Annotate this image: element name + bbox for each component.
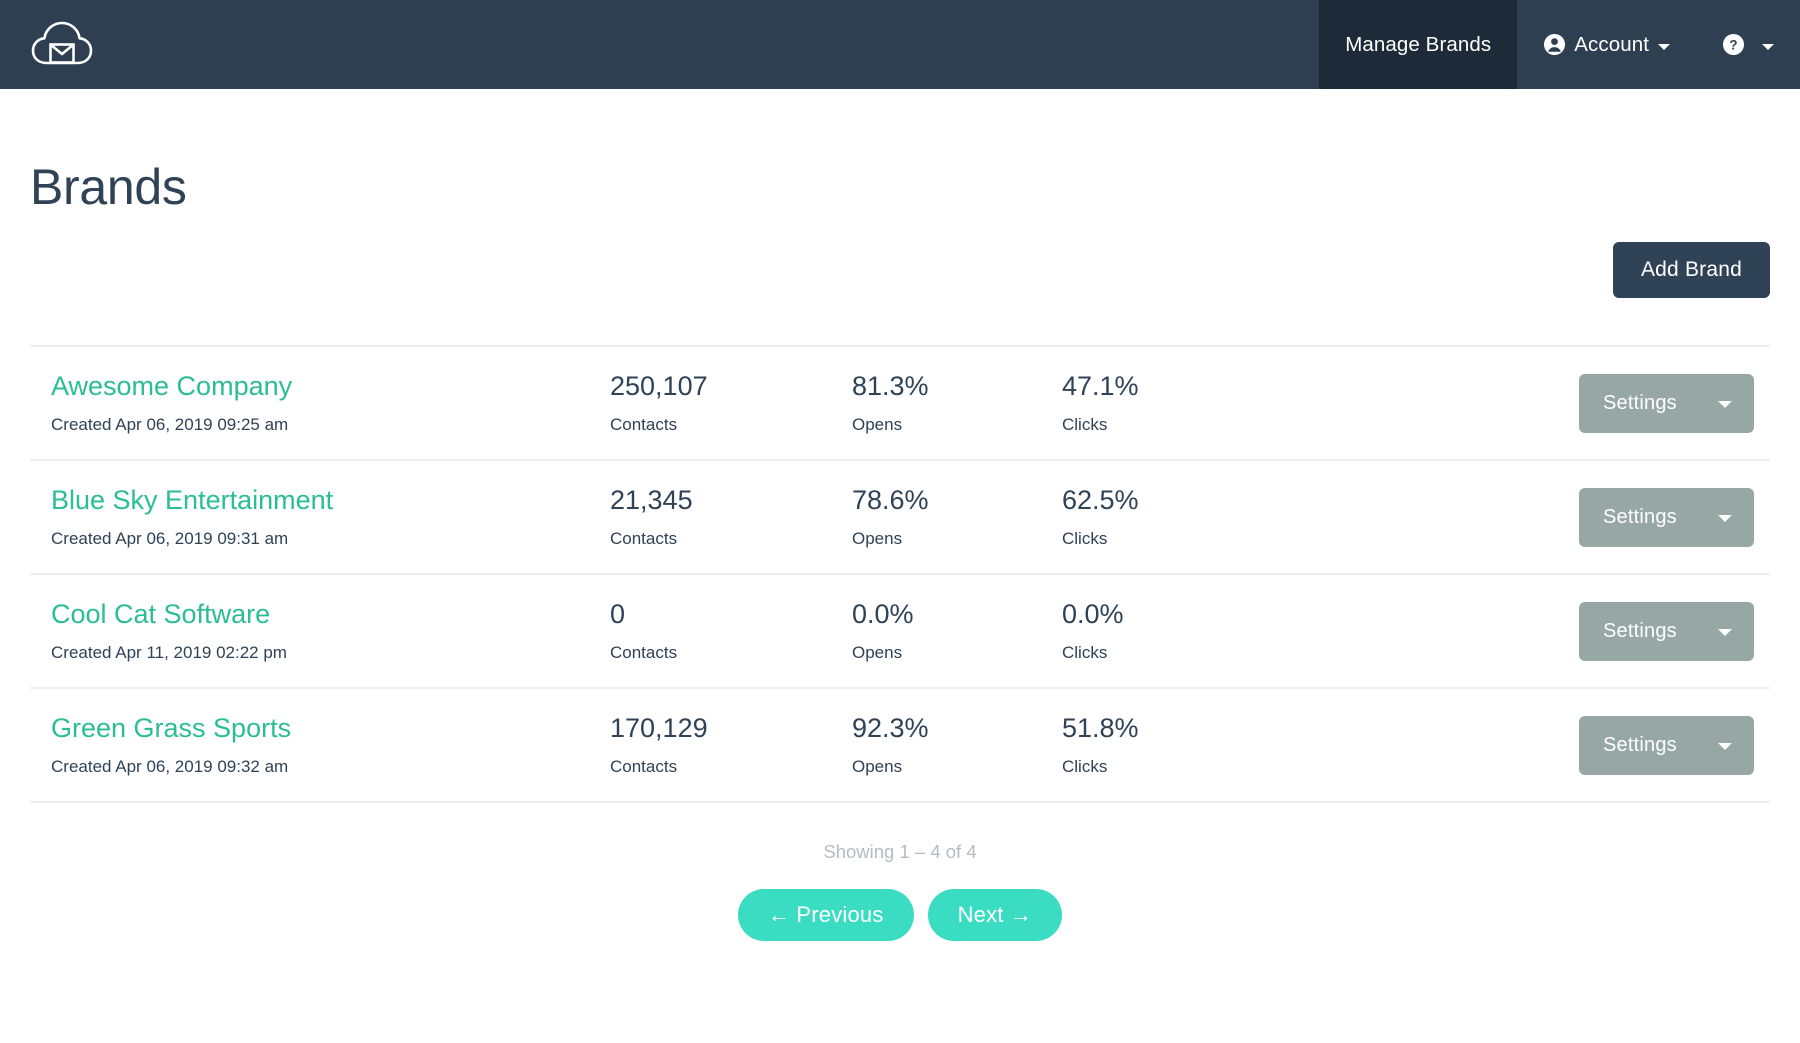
table-row: Awesome Company Created Apr 06, 2019 09:… <box>30 347 1770 461</box>
settings-button[interactable]: Settings <box>1579 374 1754 433</box>
opens-value: 81.3% <box>852 371 1062 402</box>
chevron-down-icon <box>1718 401 1732 408</box>
nav-item-account[interactable]: Account <box>1517 0 1696 89</box>
pagination-summary: Showing 1 – 4 of 4 <box>30 841 1770 863</box>
clicks-label: Clicks <box>1062 530 1272 549</box>
opens-cell: 81.3% Opens <box>852 371 1062 435</box>
brand-created-date: Created Apr 06, 2019 09:32 am <box>51 758 610 777</box>
opens-cell: 78.6% Opens <box>852 485 1062 549</box>
contacts-value: 170,129 <box>610 713 852 744</box>
opens-value: 92.3% <box>852 713 1062 744</box>
contacts-label: Contacts <box>610 644 852 663</box>
svg-text:?: ? <box>1729 37 1737 52</box>
chevron-down-icon <box>1658 44 1670 50</box>
clicks-cell: 0.0% Clicks <box>1062 599 1272 663</box>
help-circle-icon: ? <box>1722 33 1745 56</box>
nav-item-manage-brands[interactable]: Manage Brands <box>1319 0 1517 89</box>
clicks-cell: 62.5% Clicks <box>1062 485 1272 549</box>
brands-table: Awesome Company Created Apr 06, 2019 09:… <box>30 345 1770 803</box>
nav-item-account-label: Account <box>1574 33 1649 57</box>
page-title: Brands <box>30 158 1770 216</box>
nav-item-manage-brands-label: Manage Brands <box>1345 33 1491 57</box>
clicks-cell: 51.8% Clicks <box>1062 713 1272 777</box>
next-page-button[interactable]: Next → <box>928 889 1063 941</box>
actions-cell: Settings <box>1272 602 1770 661</box>
opens-cell: 92.3% Opens <box>852 713 1062 777</box>
contacts-label: Contacts <box>610 530 852 549</box>
navbar-menu: Manage Brands Account ? <box>1319 0 1800 89</box>
contacts-cell: 250,107 Contacts <box>610 371 852 435</box>
navbar-spacer <box>114 0 1319 89</box>
page-content: Brands Add Brand Awesome Company Created… <box>0 158 1800 941</box>
clicks-cell: 47.1% Clicks <box>1062 371 1272 435</box>
table-row: Cool Cat Software Created Apr 11, 2019 0… <box>30 575 1770 689</box>
opens-value: 0.0% <box>852 599 1062 630</box>
opens-label: Opens <box>852 758 1062 777</box>
brand-name-link[interactable]: Blue Sky Entertainment <box>51 485 610 516</box>
contacts-cell: 0 Contacts <box>610 599 852 663</box>
actions-cell: Settings <box>1272 488 1770 547</box>
contacts-value: 21,345 <box>610 485 852 516</box>
contacts-value: 0 <box>610 599 852 630</box>
page-toolbar: Add Brand <box>30 242 1770 298</box>
settings-button[interactable]: Settings <box>1579 488 1754 547</box>
settings-button-label: Settings <box>1603 506 1677 529</box>
opens-label: Opens <box>852 416 1062 435</box>
opens-label: Opens <box>852 644 1062 663</box>
pagination-buttons: ← Previous Next → <box>30 889 1770 941</box>
previous-page-button[interactable]: ← Previous <box>738 889 914 941</box>
brand-cell: Green Grass Sports Created Apr 06, 2019 … <box>30 713 610 777</box>
chevron-down-icon <box>1718 743 1732 750</box>
clicks-value: 51.8% <box>1062 713 1272 744</box>
settings-button-label: Settings <box>1603 392 1677 415</box>
settings-button[interactable]: Settings <box>1579 716 1754 775</box>
actions-cell: Settings <box>1272 374 1770 433</box>
brand-cell: Cool Cat Software Created Apr 11, 2019 0… <box>30 599 610 663</box>
table-row: Blue Sky Entertainment Created Apr 06, 2… <box>30 461 1770 575</box>
brand-cell: Blue Sky Entertainment Created Apr 06, 2… <box>30 485 610 549</box>
chevron-down-icon <box>1762 44 1774 50</box>
clicks-value: 0.0% <box>1062 599 1272 630</box>
opens-value: 78.6% <box>852 485 1062 516</box>
top-navbar: Manage Brands Account ? <box>0 0 1800 89</box>
chevron-down-icon <box>1718 629 1732 636</box>
brand-cell: Awesome Company Created Apr 06, 2019 09:… <box>30 371 610 435</box>
brand-name-link[interactable]: Cool Cat Software <box>51 599 610 630</box>
clicks-label: Clicks <box>1062 644 1272 663</box>
table-row: Green Grass Sports Created Apr 06, 2019 … <box>30 689 1770 803</box>
cloud-mail-logo-icon <box>30 19 94 71</box>
contacts-cell: 170,129 Contacts <box>610 713 852 777</box>
nav-item-help[interactable]: ? <box>1696 0 1800 89</box>
opens-label: Opens <box>852 530 1062 549</box>
brand-created-date: Created Apr 11, 2019 02:22 pm <box>51 644 610 663</box>
clicks-label: Clicks <box>1062 416 1272 435</box>
contacts-label: Contacts <box>610 416 852 435</box>
brand-name-link[interactable]: Green Grass Sports <box>51 713 610 744</box>
brand-created-date: Created Apr 06, 2019 09:25 am <box>51 416 610 435</box>
pagination: Showing 1 – 4 of 4 ← Previous Next → <box>30 841 1770 941</box>
brand-created-date: Created Apr 06, 2019 09:31 am <box>51 530 610 549</box>
contacts-cell: 21,345 Contacts <box>610 485 852 549</box>
clicks-label: Clicks <box>1062 758 1272 777</box>
settings-button-label: Settings <box>1603 620 1677 643</box>
settings-button[interactable]: Settings <box>1579 602 1754 661</box>
clicks-value: 47.1% <box>1062 371 1272 402</box>
add-brand-button[interactable]: Add Brand <box>1613 242 1770 298</box>
settings-button-label: Settings <box>1603 734 1677 757</box>
brand-name-link[interactable]: Awesome Company <box>51 371 610 402</box>
app-logo[interactable] <box>0 0 114 89</box>
contacts-label: Contacts <box>610 758 852 777</box>
opens-cell: 0.0% Opens <box>852 599 1062 663</box>
clicks-value: 62.5% <box>1062 485 1272 516</box>
contacts-value: 250,107 <box>610 371 852 402</box>
user-icon <box>1543 33 1566 56</box>
chevron-down-icon <box>1718 515 1732 522</box>
actions-cell: Settings <box>1272 716 1770 775</box>
